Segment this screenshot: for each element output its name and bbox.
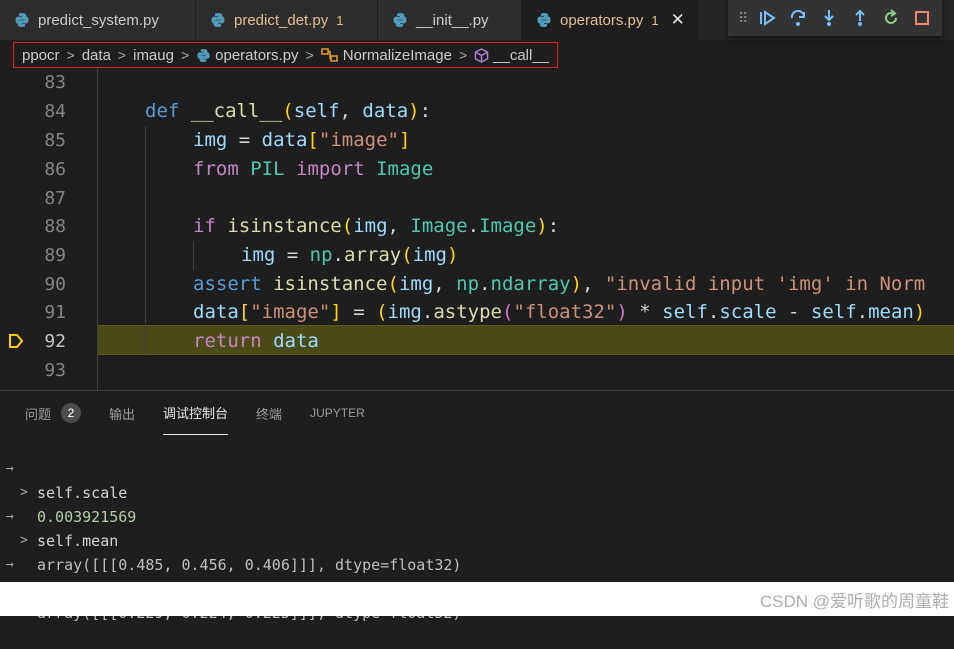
breadcrumb-item-data[interactable]: data <box>82 47 111 64</box>
drag-handle-icon[interactable]: ⠿ <box>738 10 748 27</box>
tab-terminal[interactable]: 终端 <box>256 391 282 435</box>
problem-count-badge: 1 <box>651 12 659 28</box>
line-number: 83 <box>44 72 66 93</box>
console-input-line: → self.std <box>0 529 109 598</box>
step-out-icon[interactable] <box>849 7 871 29</box>
python-file-icon <box>14 12 30 28</box>
tab-label: __init__.py <box>416 11 489 29</box>
code-line-86: from PIL import Image <box>193 158 434 180</box>
console-input-line: → self.mean <box>0 481 118 550</box>
continue-icon[interactable] <box>756 7 778 29</box>
breadcrumb-separator: > <box>305 47 314 63</box>
breadcrumb: ppocr > data > imaug > operators.py > No… <box>13 42 559 68</box>
breadcrumb-item-imaug[interactable]: imaug <box>133 47 174 64</box>
indent-guide <box>97 68 98 390</box>
step-over-icon[interactable] <box>787 7 809 29</box>
tab-label: JUPYTER <box>310 406 365 420</box>
tab-init[interactable]: __init__.py <box>378 0 522 40</box>
tab-label: 问题 <box>25 406 52 422</box>
breadcrumb-item-ppocr[interactable]: ppocr <box>22 47 60 64</box>
breadcrumb-item-class[interactable]: NormalizeImage <box>343 47 452 64</box>
breadcrumb-separator: > <box>458 47 468 63</box>
console-result-line[interactable]: > 0.003921569 <box>0 457 136 526</box>
code-line-89: img = np.array(img) <box>241 244 459 266</box>
line-number: 85 <box>44 130 66 151</box>
tab-jupyter[interactable]: JUPYTER <box>310 391 365 435</box>
stop-icon[interactable] <box>911 7 933 29</box>
breadcrumb-item-method[interactable]: __call__ <box>493 47 549 64</box>
problem-count-badge: 1 <box>336 12 344 28</box>
method-symbol-icon <box>474 47 489 63</box>
tab-predict-system[interactable]: predict_system.py <box>0 0 196 40</box>
line-number: 86 <box>44 159 66 180</box>
line-number: 93 <box>44 360 66 381</box>
code-editor[interactable]: 83 84 85 86 87 88 89 90 91 92 93 def __c… <box>0 68 954 390</box>
python-file-icon <box>536 12 552 28</box>
indent-guide <box>193 241 194 270</box>
console-result-line[interactable]: > array([[[0.229, 0.224, 0.225]]], dtype… <box>0 553 461 622</box>
code-line-88: if isinstance(img, Image.Image): <box>193 215 560 237</box>
tab-label: predict_system.py <box>38 11 159 29</box>
tab-output[interactable]: 输出 <box>109 391 135 435</box>
tab-problems[interactable]: 问题 2 <box>25 391 82 435</box>
watermark: CSDN @爱听歌的周童鞋 <box>759 592 949 611</box>
panel-tab-bar: 问题 2 输出 调试控制台 终端 JUPYTER <box>25 391 393 435</box>
code-line-85: img = data["image"] <box>193 129 411 151</box>
problems-count-badge: 2 <box>61 403 82 423</box>
tab-operators[interactable]: operators.py 1 ✕ <box>522 0 698 40</box>
tab-label: operators.py <box>560 11 644 29</box>
code-line-90: assert isinstance(img, np.ndarray), "inv… <box>193 273 926 295</box>
breadcrumb-separator: > <box>66 47 75 63</box>
close-icon[interactable]: ✕ <box>671 10 685 30</box>
line-number: 87 <box>44 188 66 209</box>
tab-debug-console[interactable]: 调试控制台 <box>163 391 229 435</box>
console-input-line: → self.scale <box>0 433 127 502</box>
python-file-icon <box>196 48 211 63</box>
tab-label: 终端 <box>256 406 283 422</box>
tab-label: 调试控制台 <box>163 406 229 421</box>
breadcrumb-separator: > <box>180 47 190 63</box>
breadcrumb-item-file[interactable]: operators.py <box>215 47 298 64</box>
code-line-92: return data <box>193 330 319 352</box>
breadcrumb-separator: > <box>117 47 127 63</box>
tab-predict-det[interactable]: predict_det.py 1 <box>196 0 378 40</box>
step-into-icon[interactable] <box>818 7 840 29</box>
console-result-line[interactable]: > array([[[0.485, 0.456, 0.406]]], dtype… <box>0 505 461 574</box>
code-line-91: data["image"] = (img.astype("float32") *… <box>193 301 926 323</box>
tab-label: 输出 <box>109 406 136 422</box>
line-number: 90 <box>44 274 66 295</box>
code-line-84: def __call__(self, data): <box>145 100 432 122</box>
line-number: 84 <box>44 101 66 122</box>
tab-label: predict_det.py <box>234 11 329 29</box>
line-number: 91 <box>44 302 66 323</box>
python-file-icon <box>392 12 408 28</box>
python-file-icon <box>210 12 226 28</box>
indent-guide <box>145 126 146 356</box>
restart-icon[interactable] <box>880 7 902 29</box>
debug-toolbar: ⠿ <box>728 0 942 36</box>
line-number-current: 92 <box>44 331 66 352</box>
line-number: 88 <box>44 216 66 237</box>
class-symbol-icon <box>320 47 339 63</box>
line-number: 89 <box>44 245 66 266</box>
